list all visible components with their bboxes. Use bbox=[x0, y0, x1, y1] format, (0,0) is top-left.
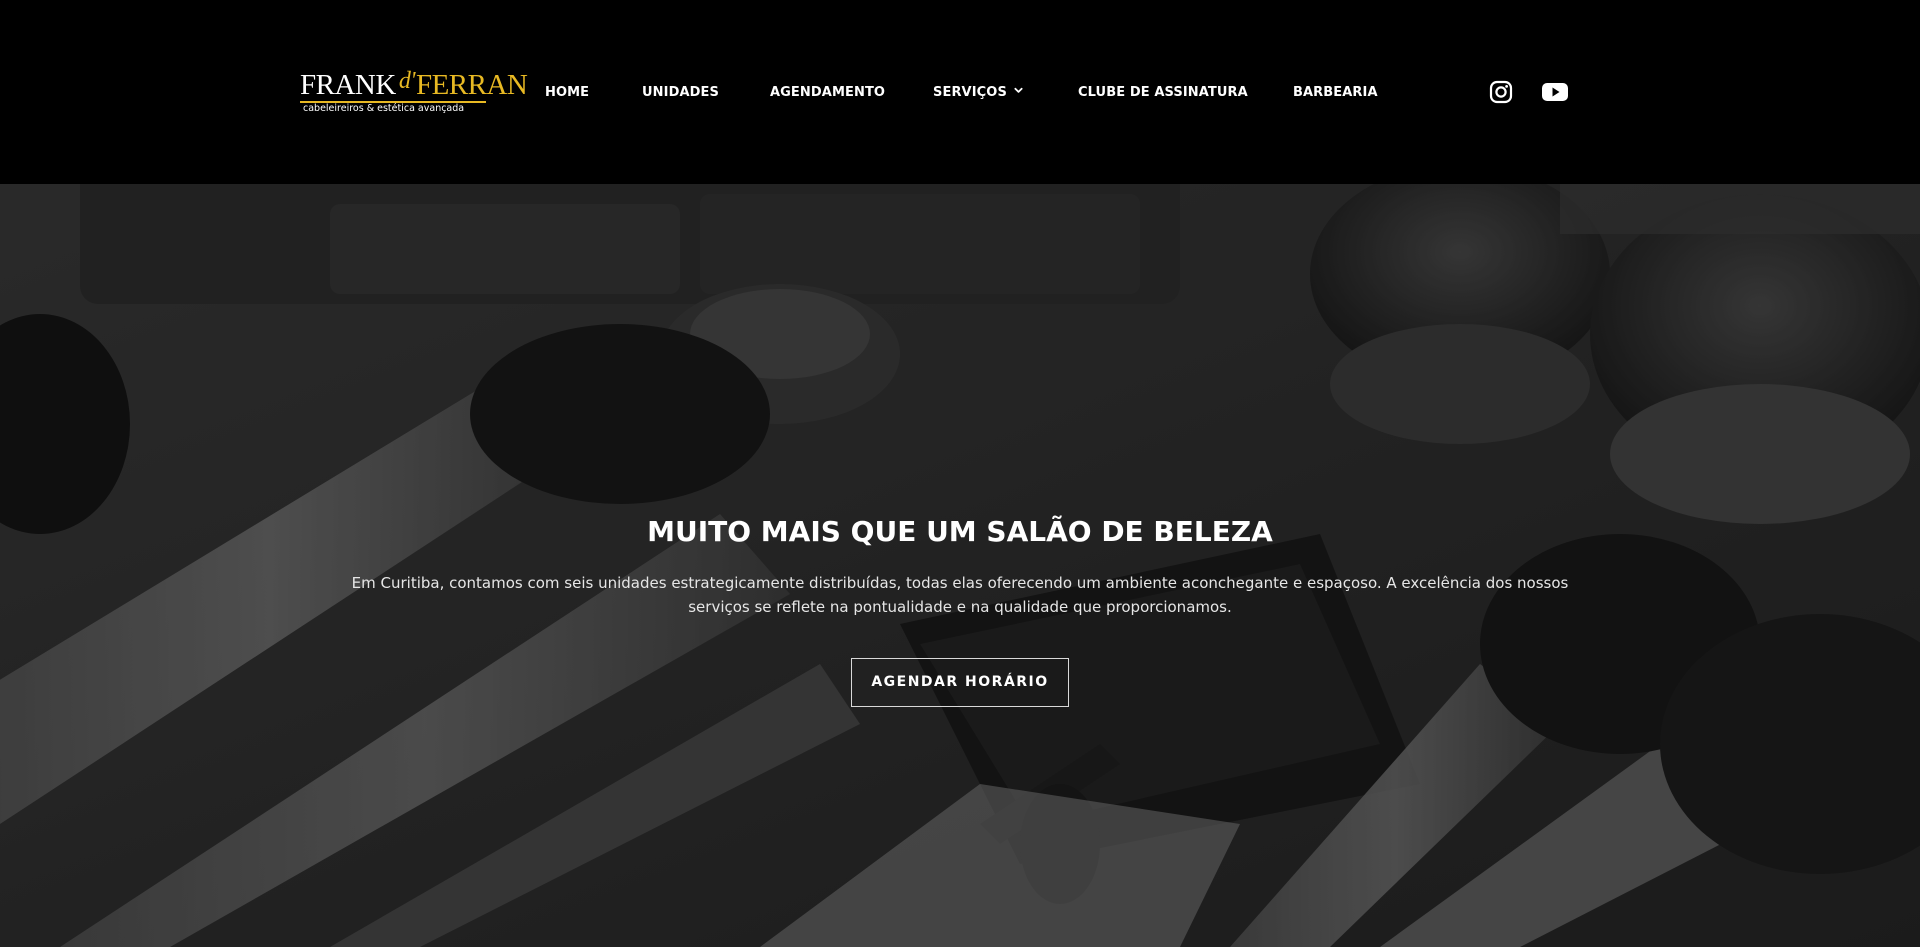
nav-servicos-label: SERVIÇOS bbox=[933, 85, 1007, 100]
nav-agendamento[interactable]: AGENDAMENTO bbox=[770, 84, 885, 102]
nav-unidades[interactable]: UNIDADES bbox=[642, 84, 719, 102]
youtube-link[interactable] bbox=[1541, 80, 1569, 108]
logo-wordmark: FRANK d'FERRAN bbox=[300, 68, 528, 102]
site-header: FRANK d'FERRAN cabeleireiros & estética a… bbox=[0, 0, 1920, 184]
logo[interactable]: FRANK d'FERRAN cabeleireiros & estética a… bbox=[300, 68, 528, 116]
instagram-link[interactable] bbox=[1489, 80, 1513, 108]
nav-servicos[interactable]: SERVIÇOS bbox=[933, 84, 1023, 102]
hero-section: MUITO MAIS QUE UM SALÃO DE BELEZA Em Cur… bbox=[0, 184, 1920, 947]
nav-home[interactable]: HOME bbox=[545, 84, 589, 102]
nav-barbearia[interactable]: BARBEARIA bbox=[1293, 84, 1378, 102]
hero-overlay bbox=[0, 184, 1920, 947]
logo-tagline: cabeleireiros & estética avançada bbox=[303, 103, 465, 114]
hero-description: Em Curitiba, contamos com seis unidades … bbox=[351, 574, 1569, 616]
instagram-icon bbox=[1489, 80, 1513, 104]
chevron-down-icon bbox=[1014, 87, 1023, 93]
youtube-icon bbox=[1542, 83, 1568, 101]
logo-name-frank: FRANK bbox=[300, 69, 396, 101]
hero-title: MUITO MAIS QUE UM SALÃO DE BELEZA bbox=[647, 515, 1273, 548]
nav-clube-de-assinatura[interactable]: CLUBE DE ASSINATURA bbox=[1078, 84, 1248, 102]
logo-name-ferran: FERRAN bbox=[415, 69, 528, 101]
agendar-horario-button[interactable]: AGENDAR HORÁRIO bbox=[851, 658, 1069, 707]
logo-name-d: d' bbox=[398, 68, 416, 94]
